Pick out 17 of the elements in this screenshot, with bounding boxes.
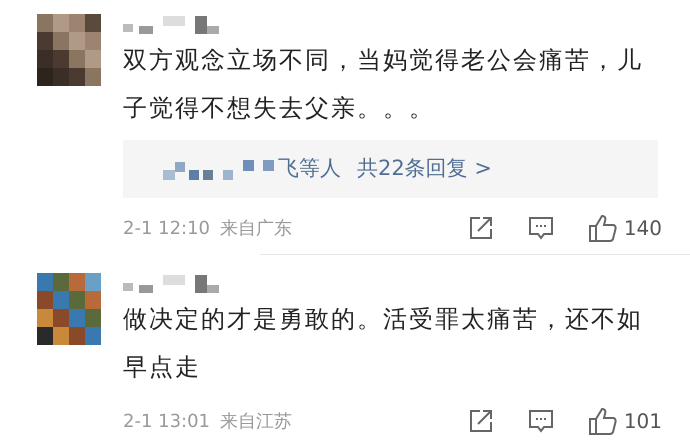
comment-location: 来自广东: [220, 216, 292, 240]
comment-location: 来自江苏: [220, 410, 292, 434]
comment-icon[interactable]: [528, 408, 554, 434]
like-count: 140: [624, 215, 662, 242]
comment-text: 做决定的才是勇敢的。活受罪太痛苦，还不如早点走: [123, 304, 644, 383]
thumbs-up-icon[interactable]: [588, 213, 618, 243]
share-icon[interactable]: [468, 408, 494, 434]
thumbs-up-icon[interactable]: [588, 406, 618, 436]
reply-names: 飞等人: [278, 155, 341, 182]
comment-date: 2-1 12:10: [123, 216, 210, 240]
comment-icon[interactable]: [528, 215, 554, 241]
replies-panel[interactable]: 飞等人 共22条回复 >: [123, 140, 658, 198]
share-icon[interactable]: [468, 215, 494, 241]
comment-date: 2-1 13:01: [123, 410, 210, 434]
comment-text: 双方观念立场不同，当妈觉得老公会痛苦，儿子觉得不想失去父亲。。。: [123, 45, 644, 124]
reply-count-link[interactable]: 共22条回复 >: [357, 153, 492, 185]
like-count: 101: [624, 408, 662, 435]
